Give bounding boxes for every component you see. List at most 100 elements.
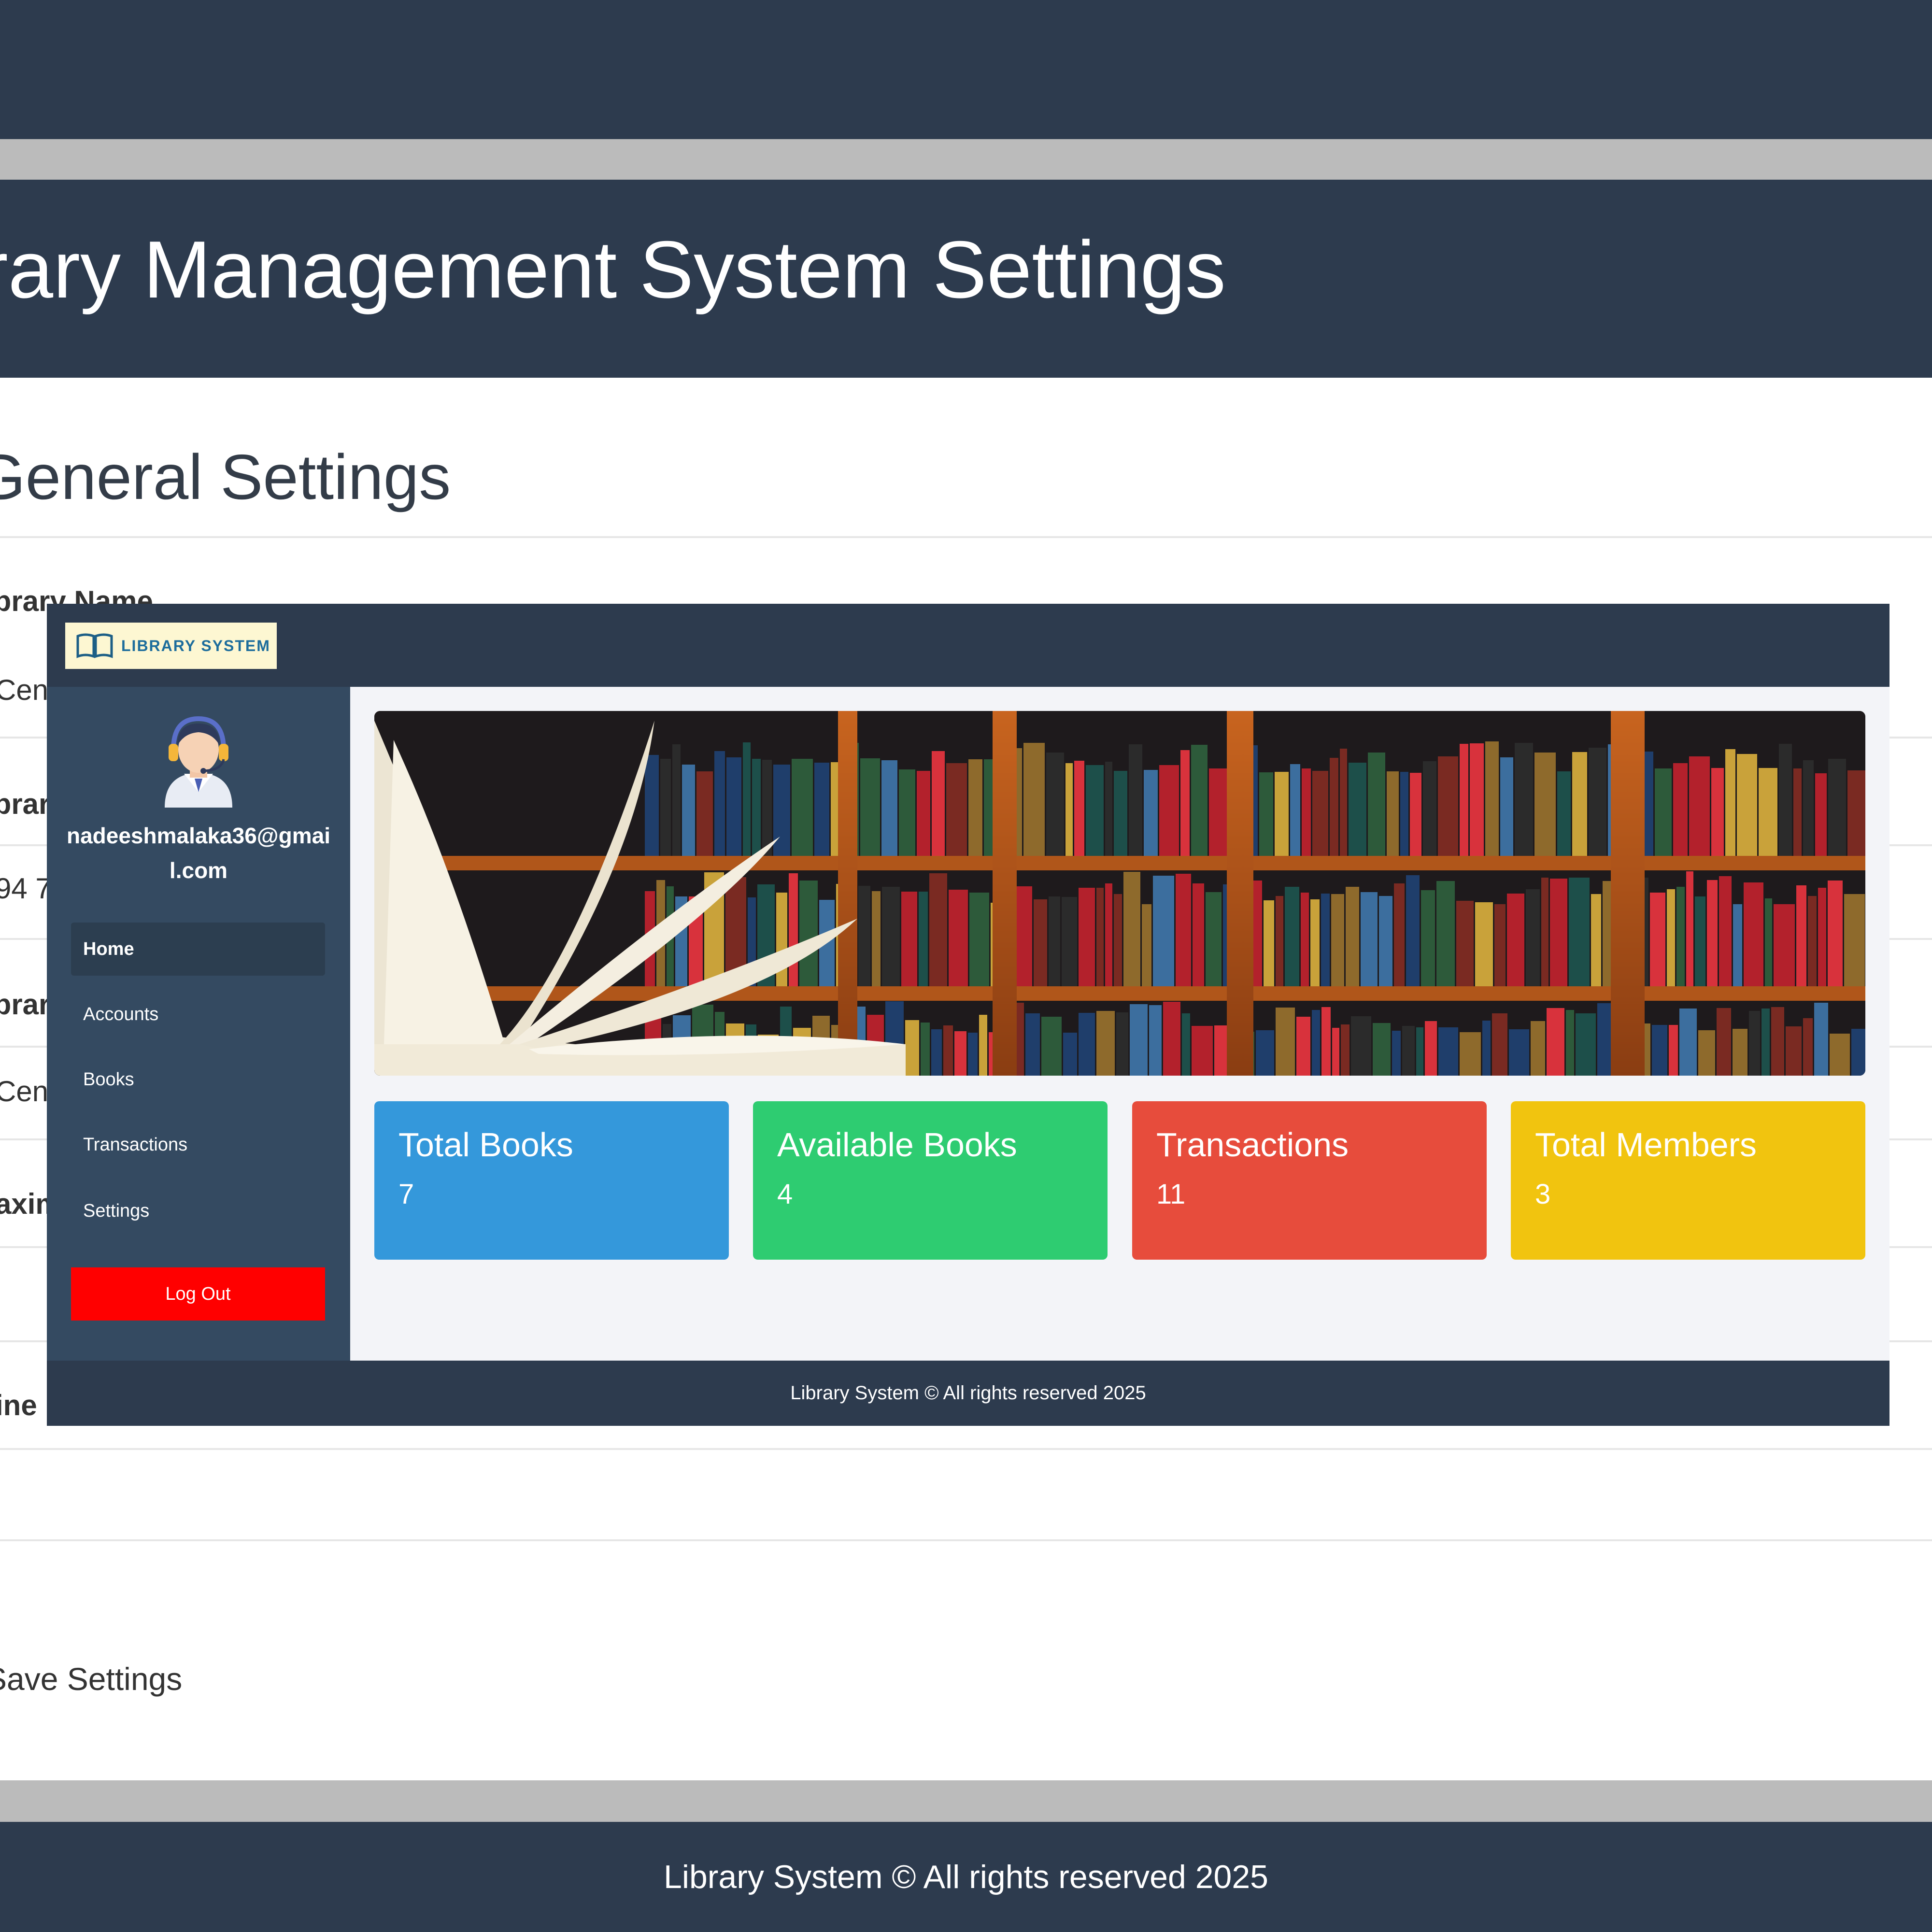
book-spine — [752, 759, 761, 856]
book-spine — [1652, 1025, 1667, 1076]
book-spine — [1737, 754, 1757, 856]
dashboard-window: LIBRARY SYSTEM nadeeshmalaka36@gmail.com… — [47, 604, 1889, 1426]
book-spine — [1105, 762, 1112, 856]
book-spine — [1492, 1013, 1507, 1076]
sidebar-item-settings[interactable]: Settings — [71, 1184, 325, 1237]
book-spine — [1482, 1021, 1491, 1076]
book-spine — [860, 758, 880, 856]
sidebar-item-home[interactable]: Home — [71, 923, 325, 976]
stat-card-transactions[interactable]: Transactions 11 — [1132, 1101, 1487, 1260]
background-top-bar — [0, 0, 1932, 139]
book-spine — [1410, 773, 1421, 856]
book-spine — [1569, 878, 1590, 986]
book-spine — [1572, 752, 1587, 856]
book-spine — [1550, 879, 1567, 986]
book-spine — [1669, 1025, 1678, 1076]
book-spine — [1808, 896, 1817, 986]
logo[interactable]: LIBRARY SYSTEM — [65, 623, 277, 669]
book-spine — [1485, 741, 1499, 856]
book-spine — [1494, 904, 1506, 986]
book-spine — [1153, 876, 1174, 986]
book-spine — [1312, 771, 1328, 856]
book-spine — [1774, 904, 1795, 986]
book-spine — [919, 892, 928, 986]
book-spine — [1470, 743, 1484, 856]
save-settings-button[interactable]: Save Settings — [0, 1660, 182, 1698]
book-spine — [1302, 768, 1311, 856]
book-spine — [696, 771, 713, 856]
book-spine — [1159, 765, 1179, 856]
book-spine — [929, 873, 947, 986]
book-spine — [1744, 882, 1763, 986]
book-spine — [1531, 1021, 1545, 1076]
book-spine — [1541, 878, 1548, 986]
book-spine — [1830, 1034, 1850, 1076]
sidebar-item-books[interactable]: Books — [71, 1053, 325, 1106]
book-spine — [1847, 770, 1865, 856]
book-spine — [1695, 896, 1705, 986]
book-spine — [1717, 1008, 1731, 1076]
book-spine — [1041, 1017, 1062, 1076]
book-spine — [1349, 763, 1366, 856]
book-spine — [1296, 1017, 1310, 1076]
book-spine — [1667, 889, 1675, 986]
book-spine — [1361, 892, 1378, 986]
support-agent-avatar-icon — [165, 716, 232, 808]
book-spine — [1689, 756, 1710, 856]
book-spine — [1392, 1031, 1401, 1076]
book-spine — [682, 765, 695, 856]
sidebar-item-transactions[interactable]: Transactions — [71, 1118, 325, 1171]
stat-card-value: 3 — [1535, 1179, 1551, 1210]
book-spine — [714, 751, 725, 856]
book-spine — [1547, 1008, 1564, 1076]
book-spine — [814, 763, 829, 856]
book-spine — [969, 893, 989, 986]
book-spine — [1460, 1032, 1481, 1076]
book-spine — [1400, 772, 1408, 856]
sidebar-item-accounts[interactable]: Accounts — [71, 988, 325, 1041]
book-spine — [1576, 1013, 1596, 1076]
book-spine — [881, 760, 897, 856]
book-spine — [1182, 1013, 1190, 1076]
book-spine — [1290, 764, 1300, 856]
book-spine — [932, 751, 945, 856]
book-spine — [1209, 768, 1228, 856]
book-spine — [1086, 765, 1104, 856]
book-spine — [1079, 1013, 1095, 1076]
book-spine — [1803, 760, 1814, 856]
book-spine — [1144, 770, 1158, 856]
book-spine — [1828, 881, 1843, 986]
book-spine — [1065, 763, 1073, 856]
book-spine — [1711, 768, 1724, 856]
open-book-icon — [76, 633, 113, 658]
book-spine — [1733, 904, 1742, 986]
background-gray-strip-bottom — [0, 1780, 1932, 1822]
sidebar: nadeeshmalaka36@gmail.com Home Accounts … — [47, 687, 350, 1361]
book-spine — [1373, 1023, 1391, 1076]
book-spine — [1421, 890, 1435, 986]
book-spine — [1460, 744, 1468, 856]
book-spine — [1074, 761, 1084, 856]
book-spine — [1719, 876, 1732, 986]
book-spine — [792, 759, 813, 856]
book-spine — [1423, 761, 1436, 856]
book-spine — [1438, 756, 1458, 856]
book-spine — [1206, 892, 1222, 986]
book-spine — [1275, 772, 1289, 856]
book-spine — [1566, 1010, 1574, 1076]
divider — [0, 1448, 1932, 1450]
book-spine — [1192, 1026, 1213, 1076]
logout-button[interactable]: Log Out — [71, 1267, 325, 1321]
book-spine — [1387, 771, 1399, 856]
background-field-value[interactable]: 94 7 — [0, 872, 52, 906]
book-spine — [1025, 1013, 1040, 1076]
book-spine — [968, 1033, 978, 1076]
stat-card-total-members[interactable]: Total Members 3 — [1511, 1101, 1865, 1260]
stat-card-available-books[interactable]: Available Books 4 — [753, 1101, 1108, 1260]
stat-card-total-books[interactable]: Total Books 7 — [374, 1101, 729, 1260]
book-spine — [931, 1029, 942, 1076]
stat-card-title: Total Members — [1535, 1126, 1757, 1164]
divider — [0, 1539, 1932, 1541]
book-spine — [1815, 773, 1827, 856]
stat-card-value: 4 — [777, 1179, 793, 1210]
